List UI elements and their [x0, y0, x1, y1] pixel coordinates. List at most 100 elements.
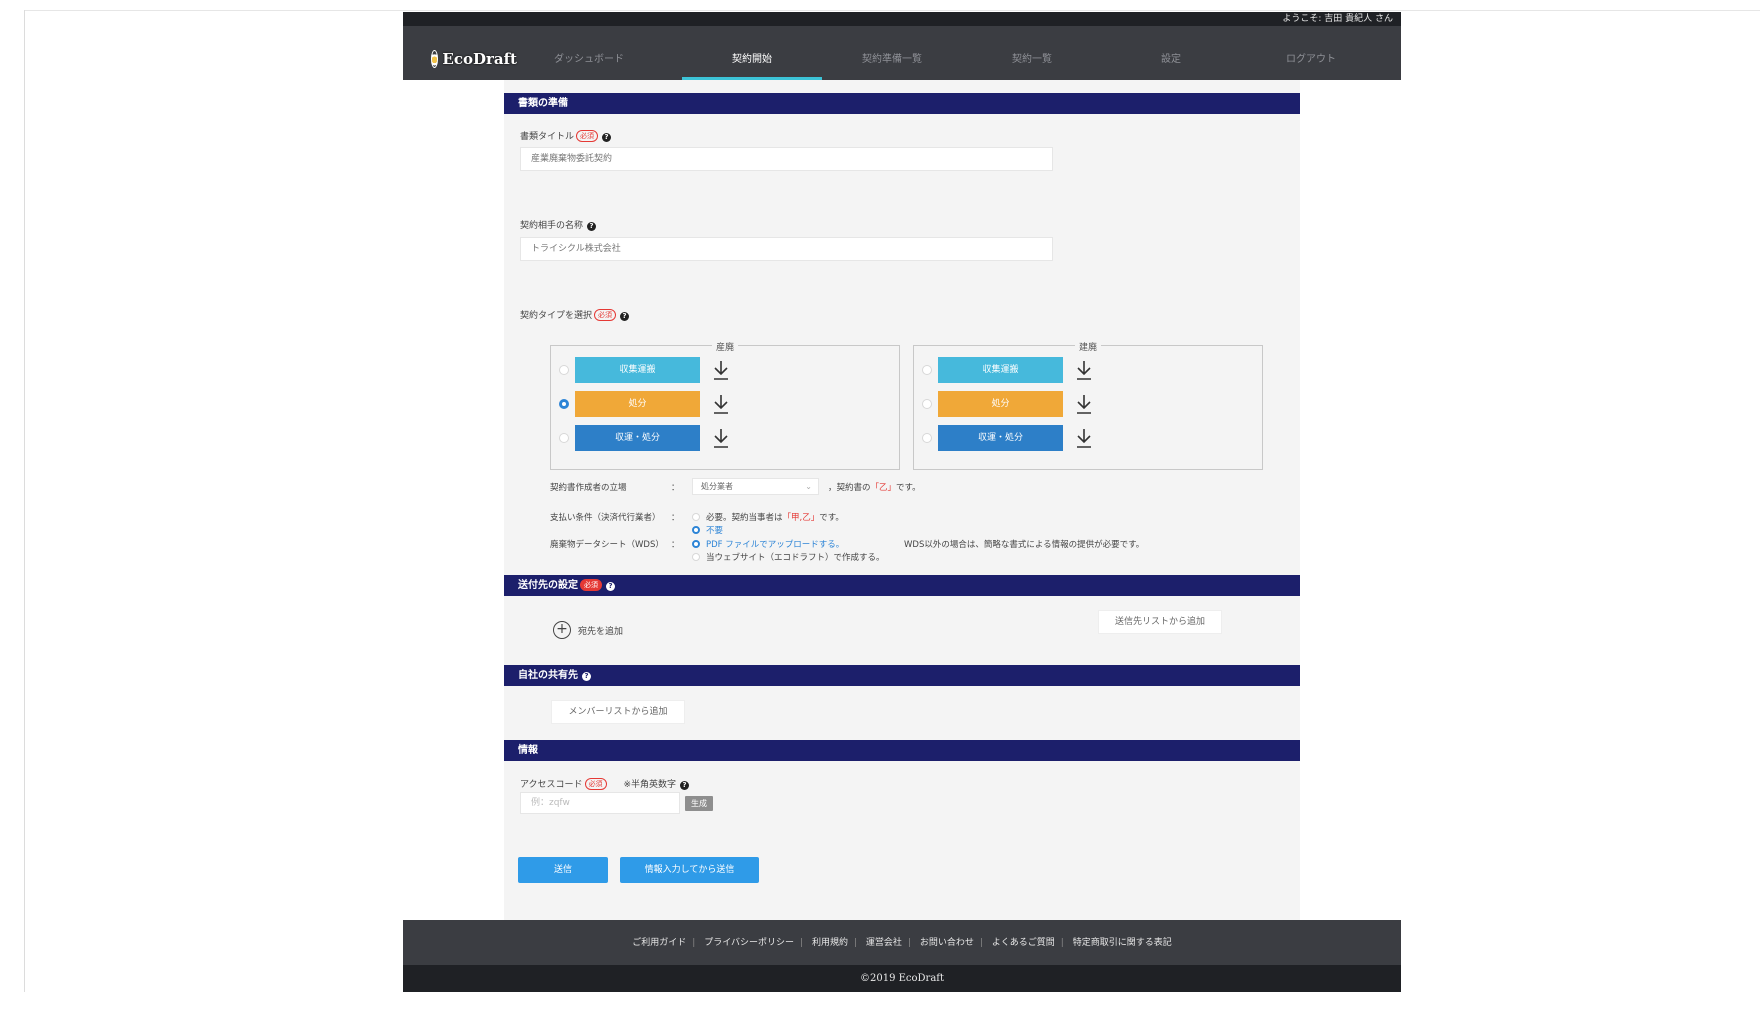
type-group-industrial: 産廃 収集運搬 処分 収運・処分 [550, 343, 900, 470]
nav-logout[interactable]: ログアウト [1251, 50, 1371, 65]
footer-link-terms[interactable]: 利用規約 [812, 938, 848, 948]
welcome-text: ようこそ: 吉田 貴紀人 さん [403, 12, 1401, 26]
colon: ： [671, 483, 680, 493]
type-label: 契約タイプを選択 必須? [520, 308, 630, 321]
send-button[interactable]: 送信 [518, 857, 608, 883]
footer-link-contact[interactable]: お問い合わせ [920, 938, 974, 948]
payment-option-none[interactable]: 不要 [692, 524, 723, 536]
wds-radio-selected[interactable] [692, 540, 700, 548]
access-code-label: アクセスコード 必須 ※半角英数字? [520, 777, 689, 790]
section-info: 情報 [504, 740, 1300, 761]
wds-option-site[interactable]: 当ウェブサイト（エコドラフト）で作成する。 [692, 551, 885, 563]
payment-label: 支払い条件（決済代行業者） [550, 513, 661, 523]
logo-icon [431, 50, 439, 68]
type-button-dispose[interactable]: 処分 [575, 391, 700, 417]
generate-button[interactable]: 生成 [685, 796, 713, 811]
title-input[interactable]: 産業廃棄物委託契約 [520, 147, 1053, 171]
type-row: 収運・処分 [922, 425, 1252, 451]
payment-radio-selected[interactable] [692, 526, 700, 534]
add-recipient-label[interactable]: 宛先を追加 [578, 624, 623, 637]
help-icon[interactable]: ? [602, 133, 612, 142]
footer-link-commerce[interactable]: 特定商取引に関する表記 [1073, 938, 1172, 948]
type-radio[interactable] [559, 365, 569, 375]
type-button-collect-dispose[interactable]: 収運・処分 [575, 425, 700, 451]
add-from-list-button[interactable]: 送信先リストから追加 [1098, 610, 1222, 634]
type-radio[interactable] [922, 399, 932, 409]
type-row: 収運・処分 [559, 425, 889, 451]
footer-link-company[interactable]: 運営会社 [866, 938, 902, 948]
payment-radio[interactable] [692, 513, 700, 521]
download-icon[interactable] [1074, 393, 1094, 415]
section-title: 自社の共有先 [518, 670, 578, 681]
creator-suffix-a: ，契約書の [828, 483, 871, 493]
help-icon[interactable]: ? [620, 312, 630, 321]
payment-opt2: 不要 [706, 526, 724, 536]
wds-opt2: 当ウェブサイト（エコドラフト）で作成する。 [706, 553, 885, 563]
group-legend: 産廃 [551, 340, 899, 353]
type-button-collect[interactable]: 収集運搬 [938, 357, 1063, 383]
type-radio-selected[interactable] [559, 399, 569, 409]
type-row: 収集運搬 [922, 357, 1252, 383]
type-button-collect[interactable]: 収集運搬 [575, 357, 700, 383]
top-nav: EcoDraft ダッシュボード 契約開始 契約準備一覧 契約一覧 設定 ログア… [403, 26, 1401, 80]
access-code-input[interactable]: 例：zqfw [520, 792, 680, 814]
wds-option-pdf[interactable]: PDF ファイルでアップロードする。 [692, 538, 844, 550]
help-icon[interactable]: ? [679, 781, 689, 790]
creator-suffix-c: です。 [896, 483, 921, 493]
main-panel: 書類の準備 書類タイトル 必須? 産業廃棄物委託契約 契約相手の名称? トライシク… [504, 80, 1300, 920]
logo[interactable]: EcoDraft [431, 48, 517, 70]
download-icon[interactable] [711, 359, 731, 381]
required-badge: 必須 [584, 778, 607, 790]
help-icon[interactable]: ? [606, 582, 615, 591]
creator-select[interactable]: 処分業者 ⌄ [692, 478, 819, 495]
download-icon[interactable] [1074, 427, 1094, 449]
nav-contract-prep-list[interactable]: 契約準備一覧 [832, 50, 952, 65]
add-recipient-icon[interactable]: + [553, 621, 571, 639]
partner-input[interactable]: トライシクル株式会社 [520, 237, 1053, 261]
nav-settings[interactable]: 設定 [1111, 50, 1231, 65]
section-recipients: 送付先の設定 必須? [504, 575, 1300, 596]
wds-note: WDS以外の場合は、簡略な書式による情報の提供が必要です。 [904, 540, 1145, 550]
download-icon[interactable] [711, 393, 731, 415]
nav-dashboard[interactable]: ダッシュボード [529, 50, 649, 65]
footer-link-faq[interactable]: よくあるご質問 [992, 938, 1055, 948]
download-icon[interactable] [711, 427, 731, 449]
partner-label-text: 契約相手の名称 [520, 221, 584, 231]
nav-contract-list[interactable]: 契約一覧 [972, 50, 1092, 65]
footer: ご利用ガイド | プライバシーポリシー | 利用規約 | 運営会社 | お問い合わせ | … [403, 920, 1401, 965]
footer-link-privacy[interactable]: プライバシーポリシー [704, 938, 794, 948]
section-doc-prep: 書類の準備 [504, 93, 1300, 114]
copyright: ©2019 EcoDraft [403, 965, 1401, 992]
group-legend-text: 建廃 [1074, 343, 1101, 353]
app: ようこそ: 吉田 貴紀人 さん EcoDraft ダッシュボード 契約開始 契約… [403, 12, 1401, 992]
title-label: 書類タイトル 必須? [520, 129, 612, 142]
type-radio[interactable] [559, 433, 569, 443]
type-button-collect-dispose[interactable]: 収運・処分 [938, 425, 1063, 451]
required-badge: 必須 [580, 579, 602, 591]
title-label-text: 書類タイトル [520, 132, 575, 142]
type-row: 収集運搬 [559, 357, 889, 383]
footer-separator: | [853, 938, 858, 948]
footer-link-guide[interactable]: ご利用ガイド [632, 938, 686, 948]
creator-suffix-b: 「乙」 [870, 483, 897, 493]
footer-separator: | [907, 938, 911, 948]
required-badge: 必須 [594, 309, 617, 321]
type-row: 処分 [922, 391, 1252, 417]
member-list-button[interactable]: メンバーリストから追加 [551, 700, 685, 724]
wds-radio[interactable] [692, 553, 700, 561]
send-after-info-button[interactable]: 情報入力してから送信 [620, 857, 759, 883]
help-icon[interactable]: ? [587, 222, 597, 231]
type-button-dispose[interactable]: 処分 [938, 391, 1063, 417]
footer-separator: | [979, 938, 983, 948]
nav-contract-start[interactable]: 契約開始 [692, 50, 812, 65]
help-icon[interactable]: ? [582, 672, 591, 681]
creator-suffix: ，契約書の「乙」です。 [828, 481, 921, 493]
type-radio[interactable] [922, 433, 932, 443]
download-icon[interactable] [1074, 359, 1094, 381]
creator-select-value: 処分業者 [701, 482, 733, 491]
payment-opt1-a: 必要。契約当事者は [706, 513, 783, 523]
browser-frame-left [24, 10, 25, 992]
payment-option-required[interactable]: 必要。契約当事者は「甲,乙」です。 [692, 511, 844, 523]
type-radio[interactable] [922, 365, 932, 375]
section-title: 書類の準備 [518, 98, 568, 109]
